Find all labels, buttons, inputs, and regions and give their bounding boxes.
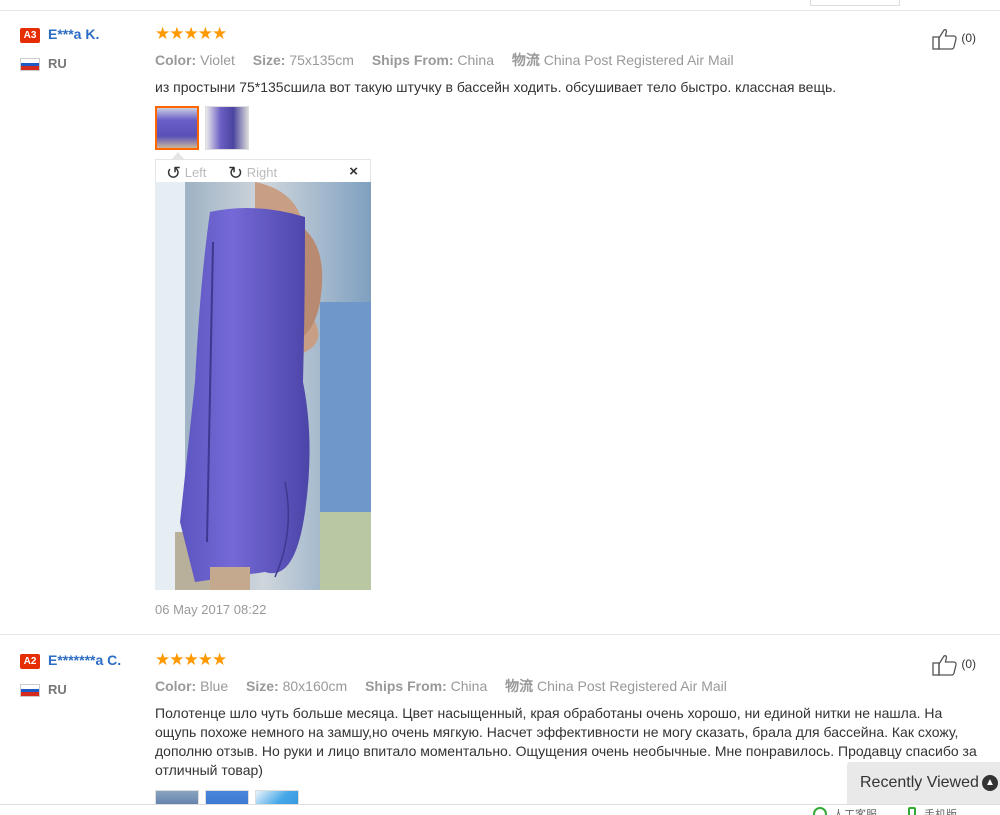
review-text: из простыни 75*135сшила вот такую штучку… [155, 79, 837, 95]
rotate-left-button[interactable]: ↺ Left [166, 163, 206, 184]
review-photo-image [155, 182, 371, 590]
top-control-edge[interactable] [810, 0, 900, 6]
review-photo-enlarged [155, 182, 371, 590]
reviewer-country: RU [48, 682, 67, 697]
order-properties: Color: Blue Size: 80x160cm Ships From: C… [155, 676, 741, 696]
recently-viewed-tab[interactable]: Recently Viewed ▲ [847, 762, 1000, 804]
helpful-button[interactable]: (0) [932, 28, 976, 50]
rotate-right-icon: ↻ [228, 163, 244, 183]
size-value: 75x135cm [289, 52, 354, 68]
top-divider [0, 10, 1000, 11]
logistics-label: 物流 [505, 678, 534, 694]
color-value: Blue [200, 678, 229, 694]
helpful-count: (0) [961, 31, 977, 46]
ships-from-value: China [450, 678, 488, 694]
customer-service-icon[interactable] [813, 807, 827, 815]
rotate-left-icon: ↺ [166, 163, 182, 183]
reviewer-name[interactable]: E***a K. [48, 26, 99, 42]
review-thumbnail[interactable] [205, 106, 249, 150]
reviewer-country: RU [48, 56, 67, 71]
reviewer-name[interactable]: E*******a C. [48, 652, 121, 668]
rating-stars: ★★★★★ [155, 24, 227, 43]
thumbs-up-icon [932, 655, 957, 676]
ships-from-label: Ships From: [371, 52, 454, 68]
user-level-badge: A3 [20, 28, 40, 43]
rating-stars: ★★★★★ [155, 650, 227, 669]
viewer-pointer [172, 152, 184, 159]
logistics-value: China Post Registered Air Mail [543, 52, 734, 68]
rotate-right-button[interactable]: ↻ Right [228, 163, 277, 184]
user-level-badge: A2 [20, 654, 40, 669]
logistics-label: 物流 [511, 52, 540, 68]
country-flag-icon [20, 684, 40, 697]
chevron-up-icon: ▲ [982, 775, 998, 791]
ships-from-value: China [457, 52, 494, 68]
size-label: Size: [252, 52, 286, 68]
review-thumbnail[interactable] [155, 106, 199, 150]
mobile-icon[interactable] [908, 807, 916, 815]
color-label: Color: [155, 678, 197, 694]
review-date: 06 May 2017 08:22 [155, 602, 267, 617]
color-value: Violet [200, 52, 235, 68]
logistics-value: China Post Registered Air Mail [537, 678, 727, 694]
size-label: Size: [246, 678, 279, 694]
bottom-toolbar: 人工客服 手机版 [0, 804, 1000, 815]
country-flag-icon [20, 58, 40, 71]
helpful-button[interactable]: (0) [932, 654, 976, 676]
customer-service-label[interactable]: 人工客服 [833, 806, 877, 815]
color-label: Color: [155, 52, 197, 68]
size-value: 80x160cm [282, 678, 348, 694]
close-viewer-icon[interactable]: × [349, 163, 358, 180]
ships-from-label: Ships From: [365, 678, 447, 694]
review-divider [0, 634, 1000, 635]
rotate-right-label: Right [246, 164, 278, 180]
order-properties: Color: Violet Size: 75x135cm Ships From:… [155, 50, 748, 70]
recently-viewed-label: Recently Viewed [860, 774, 979, 791]
mobile-label[interactable]: 手机版 [924, 806, 957, 815]
thumbs-up-icon [932, 29, 957, 50]
rotate-left-label: Left [184, 164, 207, 180]
helpful-count: (0) [961, 657, 977, 672]
